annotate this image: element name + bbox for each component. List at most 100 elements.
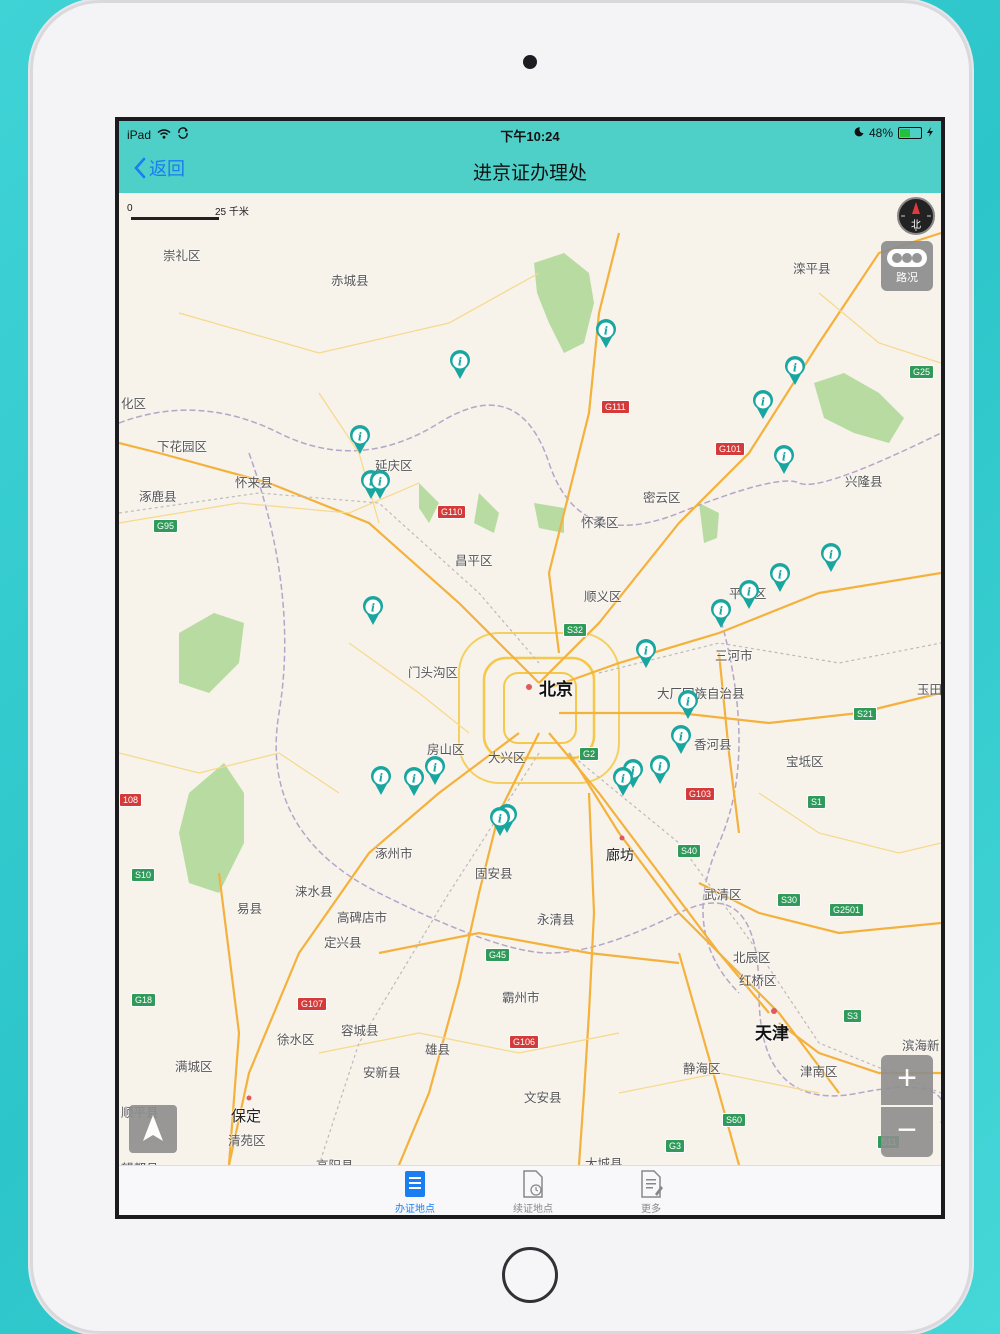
map-view[interactable]: 0 25 千米 北 路况 崇礼区 赤城县 滦平县 化区 下花园区 延庆区 怀来县… <box>119 193 941 1165</box>
info-pin-icon[interactable]: i <box>424 756 446 786</box>
place-label: 定兴县 <box>324 936 362 950</box>
place-label: 化区 <box>121 397 147 411</box>
info-pin-icon[interactable]: i <box>773 445 795 475</box>
place-label: 大城县 <box>585 1157 623 1165</box>
place-label: 容城县 <box>341 1024 379 1038</box>
place-label: 文安县 <box>524 1091 562 1105</box>
info-pin-icon[interactable]: i <box>677 690 699 720</box>
zoom-in-button[interactable]: + <box>881 1055 933 1105</box>
svg-text:i: i <box>829 549 833 562</box>
front-camera <box>523 55 537 69</box>
place-label: 香河县 <box>694 738 732 752</box>
battery-icon <box>898 127 922 139</box>
svg-text:i: i <box>621 773 625 786</box>
info-pin-icon[interactable]: i <box>670 725 692 755</box>
road-shield: S21 <box>853 707 878 721</box>
info-pin-icon[interactable]: i <box>349 425 371 455</box>
svg-text:i: i <box>379 772 383 785</box>
place-label: 大兴区 <box>488 751 526 765</box>
svg-text:i: i <box>793 362 797 375</box>
city-label-langfang: 廊坊 <box>606 847 634 863</box>
svg-text:i: i <box>778 569 782 582</box>
road-shield: G103 <box>685 787 716 801</box>
charging-icon <box>927 126 933 140</box>
traffic-label: 路况 <box>896 272 918 284</box>
place-label: 滨海新 <box>902 1039 940 1053</box>
place-label: 雄县 <box>425 1043 451 1057</box>
locate-me-button[interactable] <box>129 1105 177 1153</box>
city-label-beijing: 北京 <box>539 680 573 699</box>
moon-icon <box>854 126 864 140</box>
info-pin-icon[interactable]: i <box>752 390 774 420</box>
svg-text:i: i <box>371 602 375 615</box>
info-pin-icon[interactable]: i <box>820 543 842 573</box>
svg-text:i: i <box>747 586 751 599</box>
place-label: 密云区 <box>643 491 681 505</box>
info-pin-icon[interactable]: i <box>635 639 657 669</box>
tab-renewal-locations[interactable]: 续证地点 <box>493 1170 573 1215</box>
place-label: 下花园区 <box>157 440 208 454</box>
place-label: 红桥区 <box>739 974 777 988</box>
svg-text:i: i <box>658 761 662 774</box>
road-shield: 108 <box>119 793 143 807</box>
info-pin-icon[interactable]: i <box>595 319 617 349</box>
tab-more[interactable]: 更多 <box>611 1170 691 1215</box>
screen: iPad 下午10:24 48% 返回 进京证办理处 0 25 千米 北 路况 … <box>115 117 945 1219</box>
tab-label: 办证地点 <box>395 1204 435 1215</box>
navigation-arrow-icon <box>143 1115 163 1141</box>
svg-text:i: i <box>719 605 723 618</box>
clock: 下午10:24 <box>500 129 560 144</box>
home-button[interactable] <box>502 1247 558 1303</box>
svg-text:i: i <box>761 396 765 409</box>
info-pin-icon[interactable]: i <box>738 580 760 610</box>
traffic-toggle-button[interactable]: 路况 <box>881 241 933 291</box>
place-label: 崇礼区 <box>163 249 201 263</box>
compass-icon[interactable]: 北 <box>897 197 935 235</box>
tab-office-locations[interactable]: 办证地点 <box>375 1170 455 1215</box>
place-label: 北辰区 <box>733 951 771 965</box>
info-pin-icon[interactable]: i <box>649 755 671 785</box>
road-shield: G45 <box>485 948 511 962</box>
tab-label: 更多 <box>641 1204 661 1215</box>
svg-text:i: i <box>644 645 648 658</box>
svg-text:i: i <box>378 476 382 489</box>
traffic-light-icon <box>887 249 927 267</box>
zoom-out-button[interactable]: − <box>881 1107 933 1157</box>
place-label: 武清区 <box>704 888 742 902</box>
road-shield: G18 <box>131 993 157 1007</box>
tab-bar: 办证地点 续证地点 更多 <box>119 1165 941 1215</box>
place-label: 涿鹿县 <box>139 490 177 504</box>
info-pin-icon[interactable]: i <box>369 470 391 500</box>
info-pin-icon[interactable]: i <box>784 356 806 386</box>
map-base <box>119 231 941 1165</box>
scale-zero: 0 <box>127 203 133 214</box>
place-label: 滦平县 <box>793 262 831 276</box>
info-pin-icon[interactable]: i <box>362 596 384 626</box>
info-pin-icon[interactable]: i <box>370 766 392 796</box>
road-shield: G106 <box>509 1035 540 1049</box>
place-label: 望都县 <box>121 1158 159 1165</box>
road-shield: G111 <box>601 400 630 414</box>
place-label: 高阳县 <box>316 1155 354 1165</box>
svg-text:i: i <box>679 731 683 744</box>
svg-text:i: i <box>686 696 690 709</box>
svg-text:i: i <box>782 451 786 464</box>
svg-text:i: i <box>458 356 462 369</box>
road-shield: S3 <box>843 1009 863 1023</box>
place-label: 安新县 <box>363 1066 401 1080</box>
road-shield: S10 <box>131 868 156 882</box>
info-pin-icon[interactable]: i <box>710 599 732 629</box>
place-label: 津南区 <box>800 1065 838 1079</box>
place-label: 宝坻区 <box>786 755 824 769</box>
info-pin-icon[interactable]: i <box>489 807 511 837</box>
info-pin-icon[interactable]: i <box>612 767 634 797</box>
svg-text:i: i <box>604 325 608 338</box>
place-label: 清苑区 <box>228 1134 266 1148</box>
road-shield: G95 <box>153 519 179 533</box>
info-pin-icon[interactable]: i <box>769 563 791 593</box>
road-shield: G2501 <box>829 903 865 917</box>
info-pin-icon[interactable]: i <box>403 767 425 797</box>
place-label: 静海区 <box>683 1062 721 1076</box>
scale-label: 25 千米 <box>215 207 249 218</box>
info-pin-icon[interactable]: i <box>449 350 471 380</box>
